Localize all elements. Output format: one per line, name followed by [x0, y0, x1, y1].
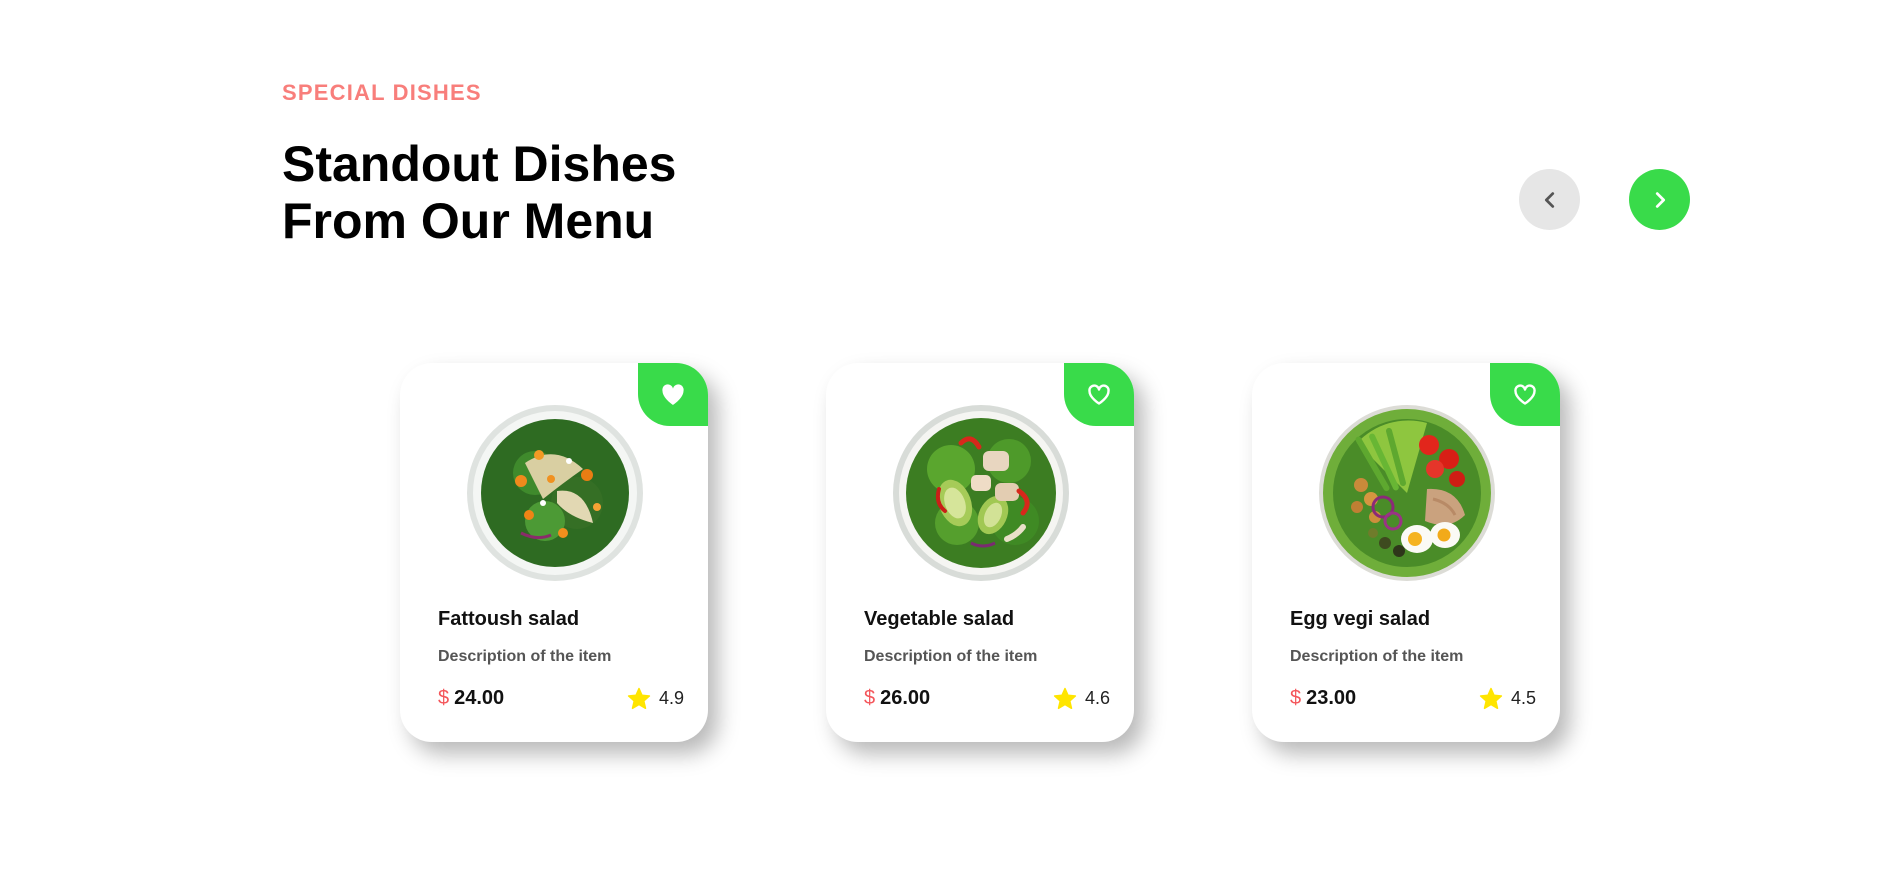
star-icon — [1053, 687, 1077, 710]
rating-value: 4.6 — [1084, 688, 1110, 708]
vegetable-salad-image — [893, 405, 1069, 581]
dish-price: $23.00 — [1290, 687, 1356, 710]
dish-rating: 4.6 — [1053, 687, 1110, 710]
section-title: Standout Dishes From Our Menu — [282, 136, 677, 249]
rating-value: 4.9 — [658, 688, 684, 708]
dish-card-list: Fattoush salad Description of the item $… — [400, 363, 1560, 742]
dish-card[interactable]: Fattoush salad Description of the item $… — [400, 363, 708, 742]
heart-filled-icon — [662, 383, 684, 405]
dish-description: Description of the item — [864, 648, 1038, 665]
heart-outline-icon — [1088, 383, 1110, 405]
price-value: 23.00 — [1306, 687, 1357, 709]
dish-rating: 4.9 — [627, 687, 684, 710]
rating-value: 4.5 — [1510, 688, 1536, 708]
dish-card[interactable]: Egg vegi salad Description of the item $… — [1252, 363, 1560, 742]
favorite-button[interactable] — [1064, 363, 1134, 426]
price-value: 24.00 — [454, 687, 505, 709]
fattoush-salad-image — [467, 405, 643, 581]
dish-description: Description of the item — [1290, 648, 1464, 665]
currency-symbol: $ — [438, 687, 450, 709]
currency-symbol: $ — [1290, 687, 1302, 709]
dish-rating: 4.5 — [1479, 687, 1536, 710]
favorite-button[interactable] — [638, 363, 708, 426]
star-icon — [1479, 687, 1503, 710]
egg-vegi-salad-image — [1319, 405, 1495, 581]
star-icon — [627, 687, 651, 710]
price-value: 26.00 — [880, 687, 931, 709]
dish-price: $24.00 — [438, 687, 504, 710]
chevron-left-icon — [1544, 191, 1554, 208]
heart-outline-icon — [1514, 383, 1536, 405]
dish-card[interactable]: Vegetable salad Description of the item … — [826, 363, 1134, 742]
chevron-right-icon — [1655, 191, 1665, 208]
currency-symbol: $ — [864, 687, 876, 709]
carousel-prev-button[interactable] — [1519, 169, 1580, 230]
carousel-next-button[interactable] — [1629, 169, 1690, 230]
favorite-button[interactable] — [1490, 363, 1560, 426]
dish-description: Description of the item — [438, 648, 612, 665]
dish-price: $26.00 — [864, 687, 930, 710]
dish-name: Fattoush salad — [438, 608, 580, 630]
dish-name: Egg vegi salad — [1290, 608, 1431, 630]
section-eyebrow: SPECIAL DISHES — [282, 80, 482, 105]
dish-name: Vegetable salad — [864, 608, 1015, 630]
